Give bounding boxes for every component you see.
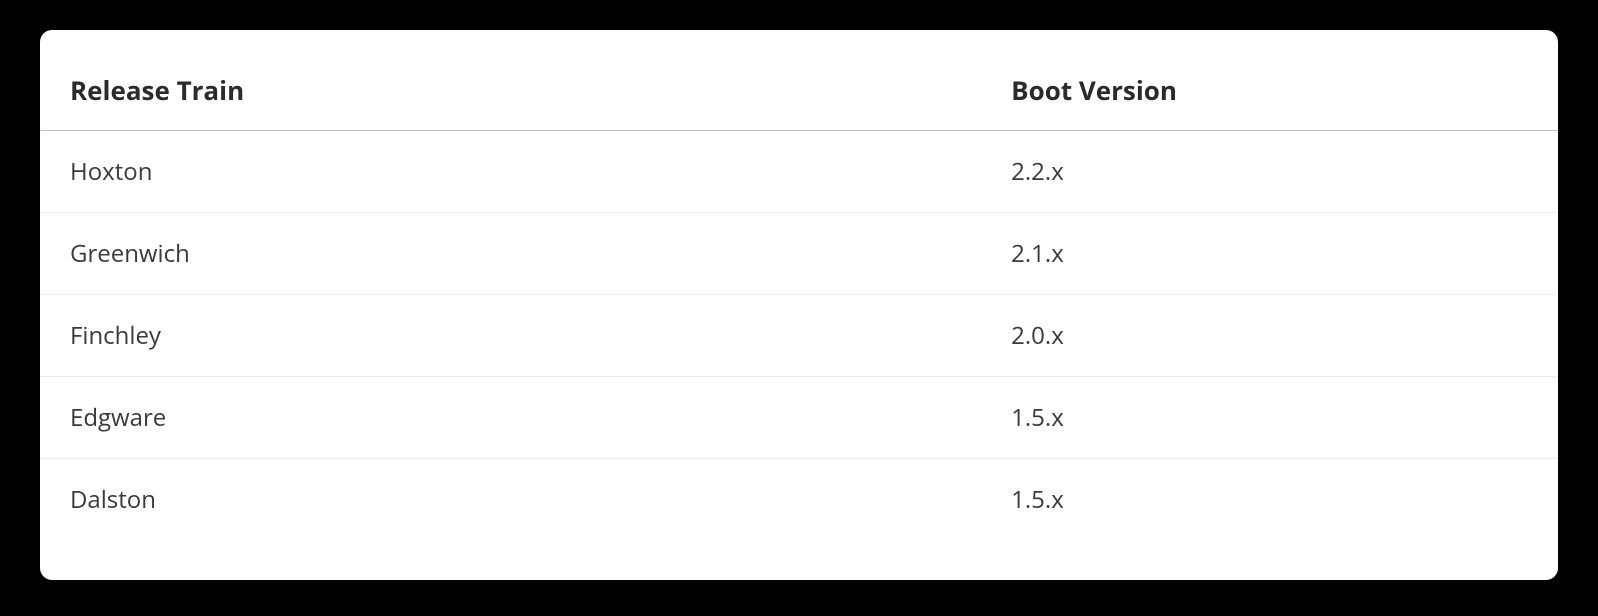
table-row: Edgware 1.5.x <box>40 377 1558 459</box>
cell-boot-version: 1.5.x <box>981 377 1558 459</box>
cell-release-train: Dalston <box>40 459 981 541</box>
table-row: Dalston 1.5.x <box>40 459 1558 541</box>
cell-release-train: Hoxton <box>40 131 981 213</box>
version-table: Release Train Boot Version Hoxton 2.2.x … <box>40 50 1558 540</box>
version-table-card: Release Train Boot Version Hoxton 2.2.x … <box>40 30 1558 580</box>
table-row: Hoxton 2.2.x <box>40 131 1558 213</box>
cell-release-train: Finchley <box>40 295 981 377</box>
cell-boot-version: 2.0.x <box>981 295 1558 377</box>
table-row: Finchley 2.0.x <box>40 295 1558 377</box>
cell-release-train: Greenwich <box>40 213 981 295</box>
header-boot-version: Boot Version <box>981 50 1558 131</box>
cell-boot-version: 2.2.x <box>981 131 1558 213</box>
cell-release-train: Edgware <box>40 377 981 459</box>
header-release-train: Release Train <box>40 50 981 131</box>
cell-boot-version: 2.1.x <box>981 213 1558 295</box>
cell-boot-version: 1.5.x <box>981 459 1558 541</box>
table-header-row: Release Train Boot Version <box>40 50 1558 131</box>
table-row: Greenwich 2.1.x <box>40 213 1558 295</box>
